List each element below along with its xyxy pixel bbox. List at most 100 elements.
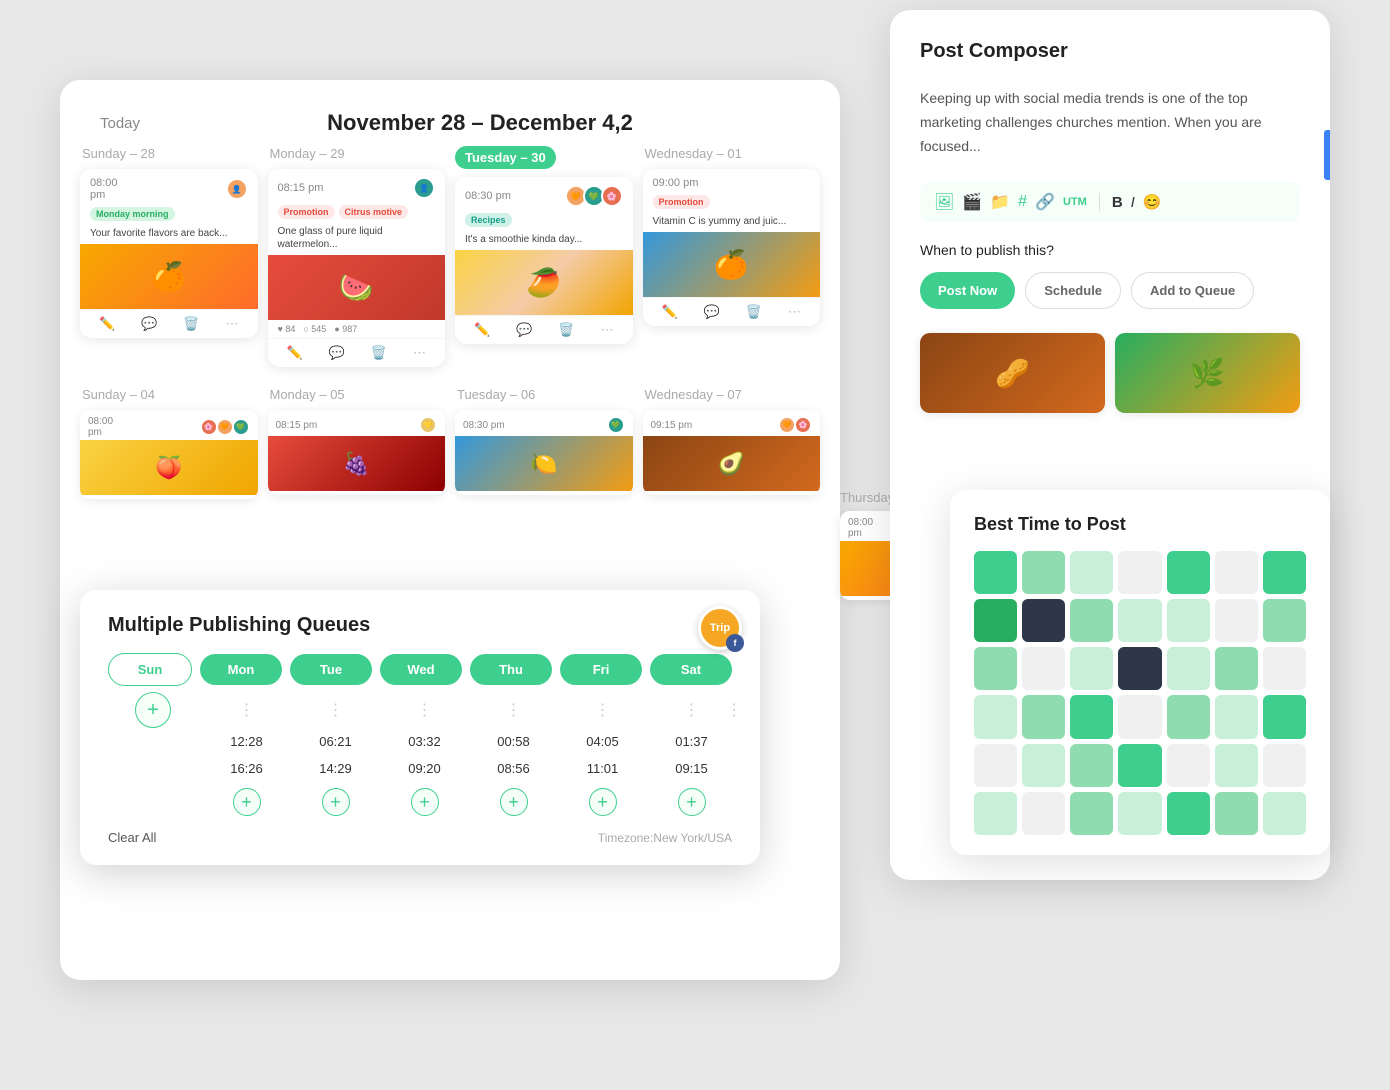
video-icon[interactable]: 🎬: [962, 192, 982, 212]
composer-toolbar: 🖼 🎬 📁 # 🔗 UTM B I 😊: [920, 182, 1300, 222]
more-icon[interactable]: ⋯: [226, 316, 239, 332]
queue-time: 09:15: [651, 757, 732, 780]
day-col-tue30: Tuesday – 30 08:30 pm 🧡 💚 🌸 Recipes It's…: [455, 146, 633, 367]
shares-stat: ● 987: [334, 324, 357, 334]
queue-dots: ⋮: [562, 700, 643, 720]
delete-icon[interactable]: 🗑️: [558, 322, 574, 338]
heatmap-cell: [1022, 792, 1065, 835]
day-btn-sat[interactable]: Sat: [650, 654, 732, 685]
post-tag: Promotion: [278, 205, 335, 219]
post-card[interactable]: 08:15 pm 👤 Promotion Citrus motive One g…: [268, 169, 446, 367]
post-time: 08:30 pm: [463, 420, 505, 431]
post-card-mini[interactable]: 09:15 pm 🧡 🌸 🥑: [643, 410, 821, 495]
post-tag: Promotion: [653, 195, 710, 209]
avatar: 👤: [413, 177, 435, 199]
heatmap-cell: [1167, 551, 1210, 594]
queue-time: 09:20: [384, 757, 465, 780]
edit-icon[interactable]: ✏️: [99, 316, 115, 332]
heatmap-cell: [1263, 695, 1306, 738]
add-time-button[interactable]: +: [135, 692, 171, 728]
edit-icon[interactable]: ✏️: [474, 322, 490, 338]
post-footer: ✏️ 💬 🗑️ ⋯: [80, 309, 258, 338]
more-icon[interactable]: ⋯: [413, 345, 426, 361]
post-image-watermelon: 🍉: [268, 255, 446, 320]
queues-days-row: Sun Mon Tue Wed Thu Fri Sat: [108, 653, 732, 686]
comment-icon[interactable]: 💬: [141, 316, 157, 332]
utm-icon[interactable]: UTM: [1063, 196, 1087, 208]
composer-title: Post Composer: [920, 40, 1300, 63]
post-card-mini[interactable]: 08:30 pm 💚 🍋: [455, 410, 633, 495]
file-icon[interactable]: 📁: [990, 192, 1010, 212]
delete-icon[interactable]: 🗑️: [746, 304, 762, 320]
post-tag: Monday morning: [90, 207, 175, 221]
heatmap-cell: [1070, 792, 1113, 835]
post-tag: Citrus motive: [339, 205, 409, 219]
heatmap-cell: [1215, 792, 1258, 835]
heatmap-cell: [1215, 599, 1258, 642]
day-col-mon29: Monday – 29 08:15 pm 👤 Promotion Citrus …: [268, 146, 446, 367]
comment-icon[interactable]: 💬: [704, 304, 720, 320]
queue-time: 03:32: [384, 730, 465, 753]
day-btn-thu[interactable]: Thu: [470, 654, 552, 685]
queue-dots: ⋮: [384, 700, 465, 720]
delete-icon[interactable]: 🗑️: [371, 345, 387, 361]
heatmap-cell: [1167, 647, 1210, 690]
post-card[interactable]: 08:00 pm 👤 Monday morning Your favorite …: [80, 169, 258, 338]
image-icon[interactable]: 🖼: [934, 192, 954, 212]
italic-button[interactable]: I: [1131, 194, 1135, 211]
day-btn-tue[interactable]: Tue: [290, 654, 372, 685]
queue-dots: ⋮: [206, 700, 287, 720]
schedule-button[interactable]: Schedule: [1025, 272, 1121, 309]
post-card-mini[interactable]: 08:00 pm 🌸 🧡 💚 🍑: [80, 410, 258, 499]
delete-icon[interactable]: 🗑️: [183, 316, 199, 332]
post-text: Your favorite flavors are back...: [80, 225, 258, 244]
queue-time: 06:21: [295, 730, 376, 753]
bold-button[interactable]: B: [1112, 194, 1123, 211]
comment-icon[interactable]: 💬: [516, 322, 532, 338]
more-icon[interactable]: ⋯: [601, 322, 614, 338]
day-label-sun04: Sunday – 04: [80, 387, 258, 402]
day-col-mon05: Monday – 05 08:15 pm 💛 🍇: [268, 387, 446, 499]
add-slot-button: +: [500, 788, 528, 816]
heatmap-cell: [1215, 695, 1258, 738]
heatmap-cell: [1070, 744, 1113, 787]
comment-icon[interactable]: 💬: [329, 345, 345, 361]
publish-label: When to publish this?: [920, 242, 1300, 258]
post-text: One glass of pure liquid watermelon...: [268, 223, 446, 255]
hash-icon[interactable]: #: [1018, 193, 1027, 211]
post-now-button[interactable]: Post Now: [920, 272, 1015, 309]
avatar: 💛: [419, 416, 437, 434]
link-icon[interactable]: 🔗: [1035, 192, 1055, 212]
day-btn-sun[interactable]: Sun: [108, 653, 192, 686]
clear-all-button[interactable]: Clear All: [108, 830, 156, 845]
post-image-orange: 🍊: [80, 244, 258, 309]
day-btn-mon[interactable]: Mon: [200, 654, 282, 685]
heatmap-cell: [1118, 551, 1161, 594]
heatmap-cell: [1022, 647, 1065, 690]
composer-preview-cards: 🥜 🌿: [920, 333, 1300, 413]
avatar: 🌸: [794, 416, 812, 434]
facebook-badge: f: [726, 634, 744, 652]
more-icon[interactable]: ⋯: [788, 304, 801, 320]
day-label-mon29: Monday – 29: [268, 146, 446, 161]
heatmap-cell: [1070, 695, 1113, 738]
heatmap-cell: [1022, 744, 1065, 787]
heatmap-cell: [1263, 744, 1306, 787]
queue-dots: ⋮: [295, 700, 376, 720]
day-label-wed01: Wednesday – 01: [643, 146, 821, 161]
today-button[interactable]: Today: [100, 115, 140, 132]
day-btn-wed[interactable]: Wed: [380, 654, 462, 685]
toolbar-separator: [1099, 193, 1100, 211]
post-card-mini[interactable]: 08:15 pm 💛 🍇: [268, 410, 446, 495]
add-to-queue-button[interactable]: Add to Queue: [1131, 272, 1254, 309]
post-card[interactable]: 09:00 pm Promotion Vitamin C is yummy an…: [643, 169, 821, 326]
edit-icon[interactable]: ✏️: [286, 345, 302, 361]
day-label-tue30: Tuesday – 30: [455, 146, 556, 169]
emoji-button[interactable]: 😊: [1143, 193, 1162, 211]
post-text: Vitamin C is yummy and juic...: [643, 213, 821, 232]
edit-icon[interactable]: ✏️: [661, 304, 677, 320]
publish-section: When to publish this? Post Now Schedule …: [920, 242, 1300, 309]
post-card[interactable]: 08:30 pm 🧡 💚 🌸 Recipes It's a smoothie k…: [455, 177, 633, 344]
heatmap-cell: [1167, 744, 1210, 787]
day-btn-fri[interactable]: Fri: [560, 654, 642, 685]
